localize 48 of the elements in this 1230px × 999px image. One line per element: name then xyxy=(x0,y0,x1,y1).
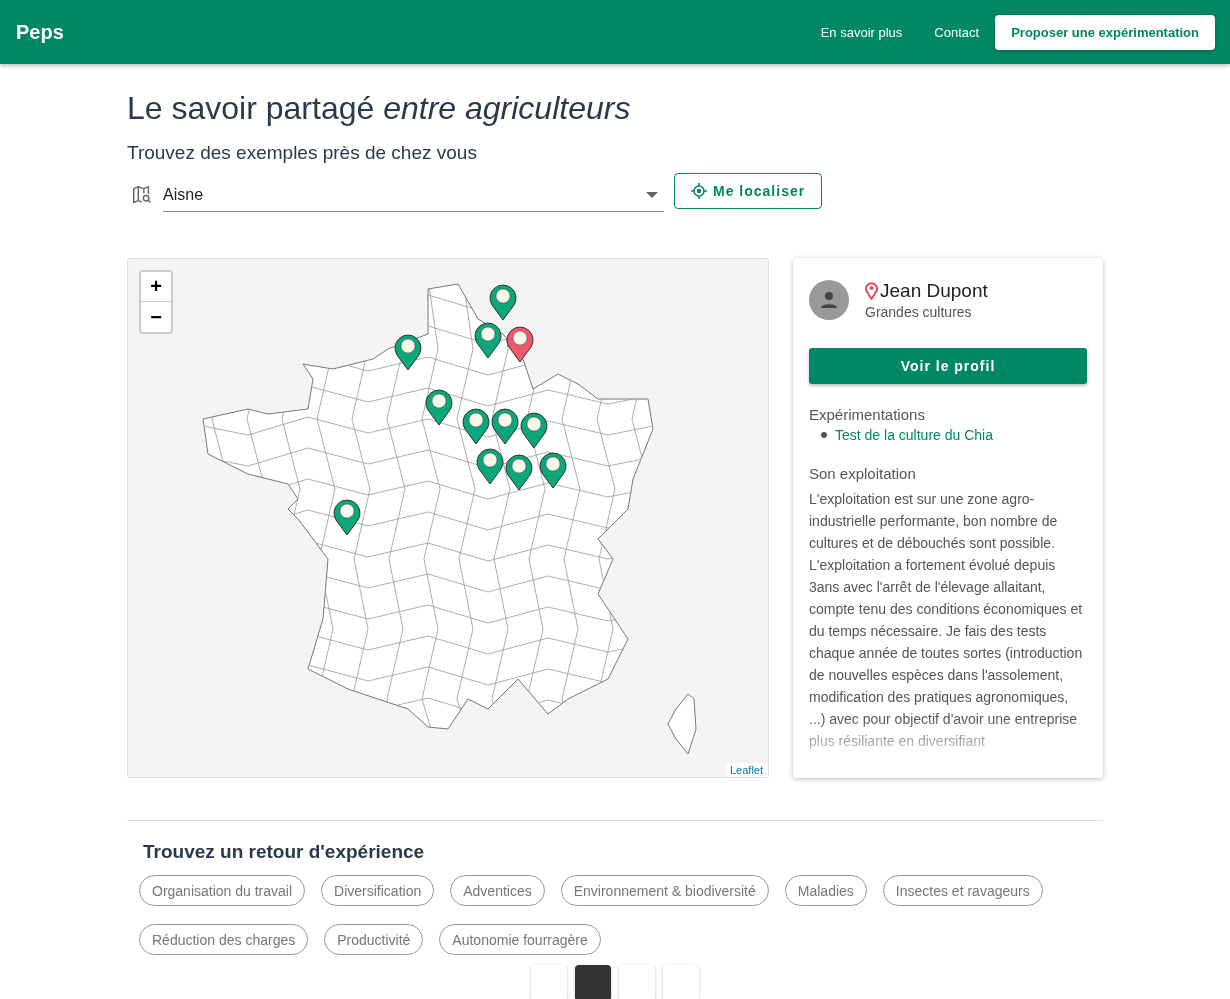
map-marker-icon[interactable] xyxy=(491,407,519,445)
experiment-link[interactable]: Test de la culture du Chia xyxy=(835,427,993,443)
map-marker-icon[interactable] xyxy=(425,388,453,426)
section-heading: Son exploitation xyxy=(809,465,917,482)
farmer-name: Jean Dupont xyxy=(880,280,988,302)
page-title: Le savoir partagé entre agriculteurs xyxy=(127,89,632,128)
map-marker-icon[interactable] xyxy=(506,325,534,363)
farm-description: L'exploitation est sur une zone agro-industrielle performante, bon nombre de cultures et de débouchés sont possible. L'exploitation a fortement évolué depuis 3ans avec l'arrêt de l'élevage allaitant, compte tenu des conditions économiques et du temps nécessaire. Je fais des tests chaque année de toutes sortes (introduction de nouvelles espèces dans l'assolement, modification des pratiques agronomiques, ...) avec pour objectif d'avoir une entreprise plus résiliante en diversifiant xyxy=(809,490,1084,751)
map-marker-icon[interactable] xyxy=(474,321,502,359)
section-heading: Expérimentations xyxy=(809,406,926,423)
zoom-in-button[interactable]: + xyxy=(141,272,171,302)
map-marker-icon[interactable] xyxy=(394,333,422,371)
map-marker-icon[interactable] xyxy=(489,283,517,321)
map-search-icon xyxy=(131,184,153,206)
topic-chip[interactable]: Insectes et ravageurs xyxy=(882,875,1043,906)
map-marker-icon[interactable] xyxy=(505,453,533,491)
map-marker-icon[interactable] xyxy=(539,451,567,489)
attribution-link[interactable]: Leaflet xyxy=(724,763,768,777)
nav-link[interactable]: En savoir plus xyxy=(804,24,919,40)
caret-icon xyxy=(646,191,658,198)
logo[interactable]: Peps xyxy=(16,20,64,44)
profile-button[interactable]: Voir le profil xyxy=(809,348,1087,384)
topic-chip[interactable]: Adventices xyxy=(450,875,545,906)
page-subtitle: Trouvez des exemples près de chez vous xyxy=(127,142,478,164)
department-select[interactable]: Aisne xyxy=(163,178,664,212)
topic-chip[interactable]: Organisation du travail xyxy=(139,875,306,906)
locate-icon xyxy=(691,183,707,199)
map-marker-icon[interactable] xyxy=(520,411,548,449)
zoom-out-button[interactable]: − xyxy=(141,302,171,332)
map[interactable]: + − Leaflet xyxy=(127,258,769,778)
island-drawing xyxy=(667,693,697,755)
propose-button[interactable]: Proposer une expérimentation xyxy=(995,14,1215,50)
topic-chip[interactable]: Réduction des charges xyxy=(139,924,309,955)
section-heading: Trouvez un retour d'expérience xyxy=(143,841,426,863)
topic-chip[interactable]: Diversification xyxy=(321,875,435,906)
nav-link[interactable]: Contact xyxy=(918,24,996,40)
topic-chip[interactable]: Productivité xyxy=(324,924,424,955)
farm-type: Grandes cultures xyxy=(865,304,973,320)
topic-chip[interactable]: Environnement & biodiversité xyxy=(560,875,769,906)
map-marker-icon[interactable] xyxy=(333,498,361,536)
map-marker-icon[interactable] xyxy=(462,407,490,445)
map-marker-icon[interactable] xyxy=(476,447,504,485)
avatar-icon xyxy=(809,280,849,320)
topic-chip[interactable]: Maladies xyxy=(784,875,867,906)
locate-button[interactable]: Me localiser xyxy=(674,173,823,209)
bullet-icon xyxy=(821,432,827,438)
location-pin-icon xyxy=(865,282,878,300)
topic-chip[interactable]: Autonomie fourragère xyxy=(439,924,601,955)
